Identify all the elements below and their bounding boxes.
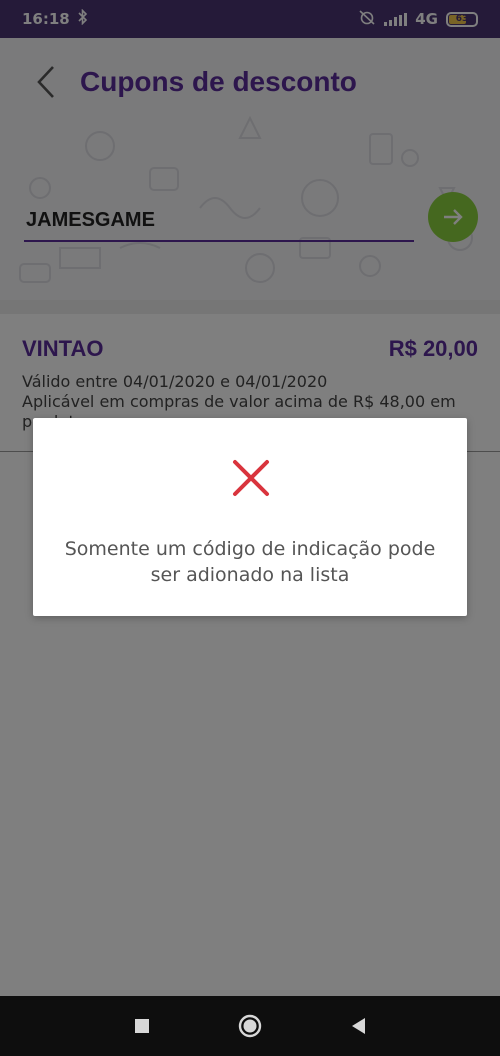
back-icon — [352, 1018, 365, 1034]
dialog-message: Somente um código de indicação pode ser … — [64, 538, 436, 586]
recent-apps-icon — [135, 1019, 149, 1033]
home-button[interactable] — [235, 1011, 265, 1041]
error-dialog: Somente um código de indicação pode ser … — [33, 418, 467, 616]
home-icon — [238, 1014, 262, 1038]
recent-apps-button[interactable] — [127, 1011, 157, 1041]
system-nav-bar — [0, 996, 500, 1056]
close-x-icon — [233, 460, 269, 496]
back-nav-button[interactable] — [343, 1011, 373, 1041]
